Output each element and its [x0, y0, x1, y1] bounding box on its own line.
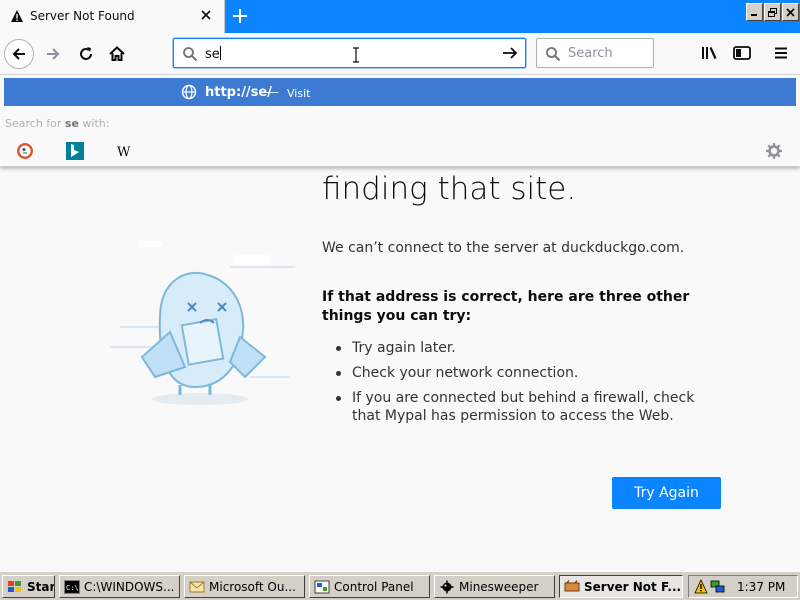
start-button[interactable]: Start: [2, 575, 55, 598]
search-bar[interactable]: Search: [536, 38, 654, 68]
windows-logo-icon: [7, 579, 23, 595]
address-input[interactable]: se: [205, 46, 221, 62]
text-cursor-icon: [353, 47, 359, 63]
home-icon: [109, 46, 125, 61]
taskbar-item-outlook[interactable]: Microsoft Ou...: [184, 575, 305, 598]
browser-window: Server Not Found se Search http://se/ — …: [0, 0, 800, 600]
restore-button[interactable]: [764, 3, 781, 21]
tab-strip: Server Not Found: [0, 0, 800, 33]
reload-button[interactable]: [71, 39, 101, 69]
library-button[interactable]: [700, 43, 720, 63]
search-for-label: Search for se with:: [5, 117, 110, 130]
list-item: Try again later.: [334, 339, 724, 357]
warning-icon: [11, 10, 23, 22]
mypal-browser-icon: [564, 579, 580, 595]
search-placeholder: Search: [568, 46, 613, 61]
menu-button[interactable]: [771, 43, 791, 63]
list-item: Check your network connection.: [334, 364, 724, 382]
taskbar-item-cmd[interactable]: C:\ C:\WINDOWS...: [59, 575, 180, 598]
taskbar-item-control-panel[interactable]: Control Panel: [309, 575, 430, 598]
address-bar[interactable]: se: [173, 38, 526, 68]
suggestion-visit-row[interactable]: http://se/ — Visit: [4, 78, 796, 106]
try-again-button[interactable]: Try Again: [612, 477, 721, 509]
back-button[interactable]: [4, 39, 34, 69]
duckduckgo-icon[interactable]: [16, 142, 34, 160]
error-subheading: If that address is correct, here are thr…: [322, 289, 690, 324]
sad-mascot-illustration: [110, 241, 295, 405]
taskbar-item-browser[interactable]: Server Not F...: [559, 575, 683, 598]
gear-icon[interactable]: [765, 142, 783, 160]
suggestion-list: Try again later. Check your network conn…: [334, 339, 724, 432]
close-window-button[interactable]: [782, 3, 799, 21]
wikipedia-icon[interactable]: W: [116, 142, 134, 160]
command-prompt-icon: C:\: [64, 579, 80, 595]
forward-button[interactable]: [38, 39, 68, 69]
hamburger-menu-icon: [775, 47, 787, 59]
taskbar-clock[interactable]: 1:37 PM: [737, 580, 785, 594]
bing-icon[interactable]: [66, 142, 84, 160]
minimize-button[interactable]: [746, 3, 763, 21]
restore-icon: [768, 7, 777, 17]
taskbar: Start C:\ C:\WINDOWS... Microsoft Ou... …: [0, 571, 800, 600]
sidebar-icon: [733, 46, 751, 60]
forward-arrow-icon: [47, 48, 60, 60]
taskbar-item-minesweeper[interactable]: Minesweeper: [434, 575, 555, 598]
address-suggestions-popup: http://se/ — Visit Search for se with: W: [0, 75, 800, 167]
back-arrow-icon: [12, 48, 25, 60]
control-panel-icon: [314, 579, 330, 595]
close-icon: [786, 7, 795, 17]
window-controls: [746, 3, 799, 23]
error-headline: finding that site.: [322, 171, 577, 207]
network-icon[interactable]: [710, 579, 726, 594]
error-message: We can’t connect to the server at duckdu…: [322, 240, 685, 256]
svg-text:C:\: C:\: [66, 584, 79, 592]
suggestion-action: Visit: [287, 87, 311, 100]
sidebar-button[interactable]: [732, 43, 752, 63]
search-icon: [546, 47, 561, 62]
security-warning-icon[interactable]: [694, 579, 708, 594]
error-page: finding that site. We can’t connect to t…: [0, 167, 800, 571]
tab-title: Server Not Found: [30, 9, 135, 23]
suggestion-separator: —: [266, 85, 279, 100]
go-arrow-icon[interactable]: [501, 45, 519, 61]
tab-server-not-found[interactable]: Server Not Found: [0, 0, 225, 33]
system-tray: 1:37 PM: [688, 575, 798, 598]
new-tab-icon[interactable]: [230, 6, 250, 26]
svg-text:W: W: [117, 145, 131, 160]
close-tab-icon[interactable]: [199, 8, 213, 22]
minimize-icon: [751, 13, 757, 16]
navigation-toolbar: se Search: [0, 33, 800, 75]
library-icon: [702, 47, 717, 59]
list-item: If you are connected but behind a firewa…: [334, 389, 724, 425]
search-icon: [183, 47, 198, 62]
minesweeper-icon: [439, 579, 455, 595]
suggestion-url: http://se/: [205, 85, 272, 100]
globe-icon: [181, 84, 197, 100]
home-button[interactable]: [102, 39, 132, 69]
outlook-icon: [189, 579, 205, 595]
reload-icon: [80, 47, 92, 60]
